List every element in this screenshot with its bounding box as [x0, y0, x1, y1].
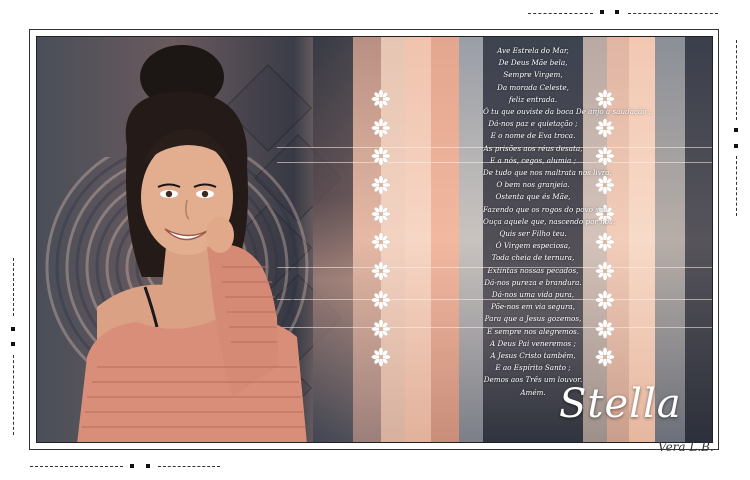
left-square-2: [11, 342, 15, 346]
flower-icon: [595, 347, 615, 367]
top-right-square-2: [615, 10, 619, 14]
poem-line: De tudo que nos maltrata nos livra,: [483, 168, 612, 178]
right-dashed-line-2: [736, 156, 737, 216]
flower-icon: [371, 146, 391, 167]
flower-icon: [595, 290, 615, 310]
bottom-left-square-1: [130, 464, 134, 468]
flower-icon: [595, 232, 615, 253]
poem-line: Dá-nos uma vida pura,: [491, 290, 575, 300]
poem-line: Ostenta que és Mãe,: [495, 192, 571, 202]
poem-line: Ave Estrela do Mar,: [497, 46, 569, 55]
stella-title: Stella: [559, 381, 682, 427]
flower-icon: [595, 117, 615, 138]
flower-icon: [371, 117, 391, 138]
woman-portrait-image: [77, 45, 307, 442]
flower-icon: [371, 261, 391, 281]
poem-line: E o nome de Eva troca.: [490, 131, 576, 141]
flower-icon: [595, 261, 615, 281]
poem-line: Dá-nos pureza e brandura.: [484, 277, 582, 287]
flower-icon: [371, 204, 391, 224]
poem-line: Quis ser Filho teu.: [499, 229, 567, 239]
flower-icon: [595, 175, 615, 195]
poem-line: Dá-nos paz e quietação ;: [488, 119, 578, 129]
poem-line: O bem nos granjeia.: [496, 180, 570, 190]
poem-line: Toda cheia de ternura,: [491, 253, 575, 263]
left-square-1: [11, 327, 15, 331]
top-right-dashed-line-2: [628, 13, 718, 14]
left-dashed-line-2: [13, 355, 14, 435]
left-dashed-line: [13, 258, 14, 316]
poem-line: Da morada Celeste,: [497, 82, 569, 92]
flower-icon: [595, 318, 615, 339]
poem-line: A Deus Pai veneremos ;: [490, 338, 576, 348]
bottom-left-dashed-line-2: [158, 466, 220, 467]
flower-icon: [595, 89, 615, 109]
flower-icon: [371, 175, 391, 195]
poem-line: Ó Virgem especiosa,: [495, 241, 571, 251]
poem-line: feliz entrada.: [508, 94, 558, 104]
poem-line: As prisões aos réus desata,: [483, 143, 583, 153]
flower-icon: [371, 232, 391, 253]
poem-line: E sempre nos alegremos.: [486, 326, 580, 336]
bottom-left-dashed-line: [30, 466, 123, 467]
right-square-1: [734, 128, 738, 132]
poem-line: E a nós, cegos, alumia ;: [489, 155, 577, 165]
poem-line: Fazendo que os rogos do povo seu: [483, 204, 608, 214]
flower-icon: [371, 347, 391, 367]
flower-icon: [371, 318, 391, 339]
poem-line: De Deus Mãe bela,: [498, 58, 568, 68]
poem-line: Para que a Jesus gozemos,: [484, 314, 582, 324]
poem-line: E ao Espírito Santo ;: [495, 363, 571, 373]
right-dashed-line: [736, 40, 737, 120]
artist-signature: Vera L.B.: [658, 440, 714, 454]
flower-icon: [371, 89, 391, 109]
bottom-left-square-2: [146, 464, 150, 468]
poem-line: A Jesus Cristo também,: [490, 351, 576, 361]
flower-icon: [595, 146, 615, 167]
flower-column-left: [369, 89, 393, 376]
poem-line: Ó tu que ouviste da boca De anjo a sauda…: [483, 107, 652, 117]
poem-line: Extintas nossas pecados,: [487, 265, 579, 275]
flower-icon: [371, 290, 391, 310]
right-square-2: [734, 144, 738, 148]
artwork-canvas: Ave Estrela do Mar, De Deus Mãe bela, Semp…: [36, 36, 713, 443]
poem-line: Ouça aquele que, nascendo por nós,: [483, 216, 616, 226]
top-right-dashed-line: [528, 13, 593, 14]
poem-text: Ave Estrela do Mar, De Deus Mãe bela, Semp…: [483, 45, 652, 399]
poem-line: Sempre Virgem,: [503, 70, 563, 80]
top-right-square-1: [600, 10, 604, 14]
flower-column-right: [593, 89, 617, 376]
poem-line: Põe-nos em via segura,: [491, 302, 575, 312]
